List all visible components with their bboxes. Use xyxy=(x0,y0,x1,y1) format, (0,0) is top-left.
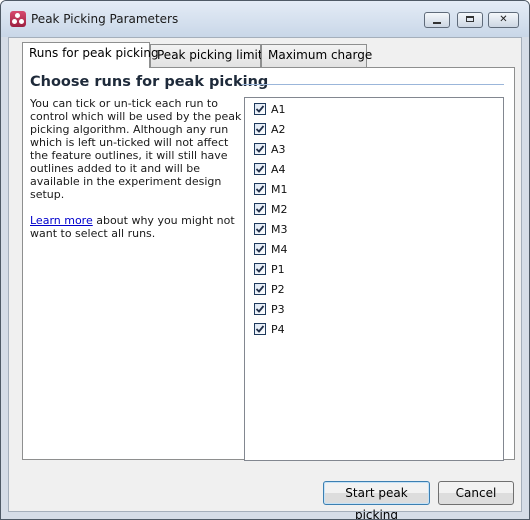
cancel-button[interactable]: Cancel xyxy=(438,481,514,505)
run-label: P1 xyxy=(271,263,285,276)
maximize-button[interactable] xyxy=(457,12,483,28)
run-label: M3 xyxy=(271,223,288,236)
tab-maximum-charge[interactable]: Maximum charge xyxy=(261,44,372,67)
run-checkbox[interactable] xyxy=(254,323,266,335)
run-checkbox[interactable] xyxy=(254,223,266,235)
minimize-button[interactable] xyxy=(424,12,450,28)
description-block: You can tick or un-tick each run to cont… xyxy=(30,97,242,240)
run-checkbox[interactable] xyxy=(254,203,266,215)
run-checkbox[interactable] xyxy=(254,163,266,175)
run-label: A1 xyxy=(271,103,286,116)
run-checkbox[interactable] xyxy=(254,103,266,115)
app-logo-icon xyxy=(10,11,26,27)
run-label: A4 xyxy=(271,163,286,176)
run-label: A2 xyxy=(271,123,286,136)
window-title: Peak Picking Parameters xyxy=(31,12,179,26)
run-checkbox[interactable] xyxy=(254,243,266,255)
run-checkbox[interactable] xyxy=(254,303,266,315)
run-checkbox[interactable] xyxy=(254,123,266,135)
title-bar[interactable]: Peak Picking Parameters ✕ xyxy=(1,1,529,37)
dialog-window: Peak Picking Parameters ✕ Runs for peak … xyxy=(0,0,530,520)
tab-panel: Choose runs for peak picking You can tic… xyxy=(22,67,515,461)
close-button[interactable]: ✕ xyxy=(488,12,519,28)
runs-list[interactable]: A1 A2 A3 A4 M1 M2 M3 M4 P1 P2 P3 P4 xyxy=(244,97,504,461)
run-label: A3 xyxy=(271,143,286,156)
heading-divider xyxy=(242,84,504,85)
run-label: M4 xyxy=(271,243,288,256)
description-text: You can tick or un-tick each run to cont… xyxy=(30,97,242,201)
run-checkbox[interactable] xyxy=(254,263,266,275)
run-label: M1 xyxy=(271,183,288,196)
run-checkbox[interactable] xyxy=(254,283,266,295)
section-heading: Choose runs for peak picking xyxy=(30,74,269,90)
run-checkbox[interactable] xyxy=(254,183,266,195)
start-peak-picking-button[interactable]: Start peak picking xyxy=(323,481,430,519)
tab-peak-picking-limits[interactable]: Peak picking limits xyxy=(150,44,269,67)
tab-runs-for-peak-picking[interactable]: Runs for peak picking xyxy=(22,42,159,68)
run-checkbox[interactable] xyxy=(254,143,266,155)
run-label: P4 xyxy=(271,323,285,336)
run-label: P2 xyxy=(271,283,285,296)
learn-more-text: Learn more about why you might not want … xyxy=(30,214,242,240)
dialog-content: Runs for peak picking Peak picking limit… xyxy=(8,37,522,519)
run-label: P3 xyxy=(271,303,285,316)
learn-more-link[interactable]: Learn more xyxy=(30,214,93,227)
run-label: M2 xyxy=(271,203,288,216)
